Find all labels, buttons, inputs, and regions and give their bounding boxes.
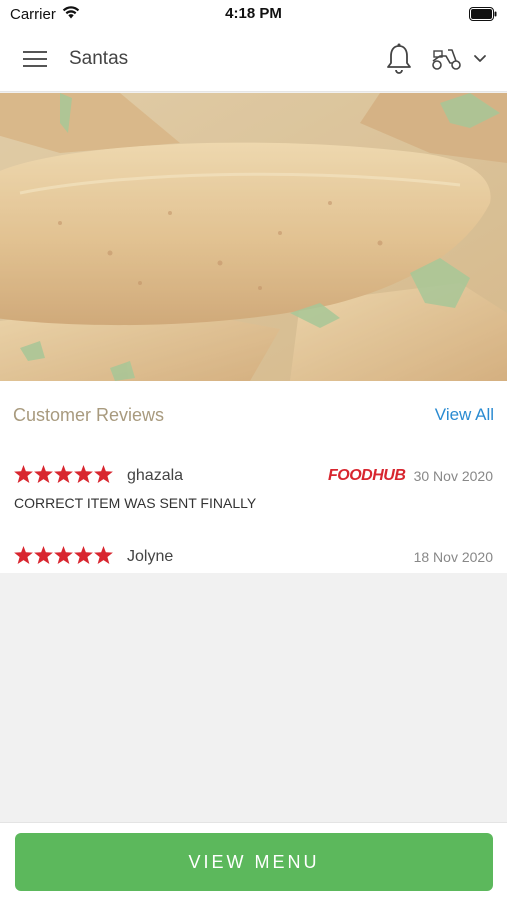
review-comment: CORRECT ITEM WAS SENT FINALLY [14, 495, 257, 511]
status-time: 4:18 PM [225, 5, 282, 22]
hero-food-image [0, 93, 507, 381]
review-source-logo: FOODHUB [328, 467, 406, 484]
star-icon [54, 546, 73, 564]
star-icon [14, 546, 33, 564]
star-icon [94, 465, 113, 483]
star-icon [74, 546, 93, 564]
app-header: Santas [0, 28, 507, 92]
status-bar: Carrier 4:18 PM [0, 0, 507, 28]
scooter-icon[interactable] [430, 44, 464, 74]
star-icon [94, 546, 113, 564]
footer-bar: VIEW MENU [0, 822, 507, 900]
shop-name: Santas [69, 48, 129, 69]
star-icon [34, 546, 53, 564]
reviewer-name: Jolyne [127, 548, 174, 565]
star-icon [74, 465, 93, 483]
review-date: 30 Nov 2020 [413, 468, 493, 484]
star-rating [14, 546, 114, 564]
chevron-down-icon[interactable] [472, 50, 488, 66]
star-icon [54, 465, 73, 483]
customer-reviews-section: Customer Reviews View All ghazala FOODHU… [0, 381, 507, 573]
star-rating [14, 465, 114, 483]
star-icon [14, 465, 33, 483]
hamburger-menu-icon[interactable] [20, 46, 50, 72]
reviewer-name: ghazala [127, 467, 184, 484]
battery-icon [469, 7, 497, 26]
view-menu-button[interactable]: VIEW MENU [15, 833, 493, 891]
bell-icon[interactable] [384, 42, 414, 76]
star-icon [34, 465, 53, 483]
reviews-heading: Customer Reviews [13, 405, 165, 425]
review-date: 18 Nov 2020 [413, 549, 493, 565]
view-all-reviews-link[interactable]: View All [435, 405, 494, 425]
